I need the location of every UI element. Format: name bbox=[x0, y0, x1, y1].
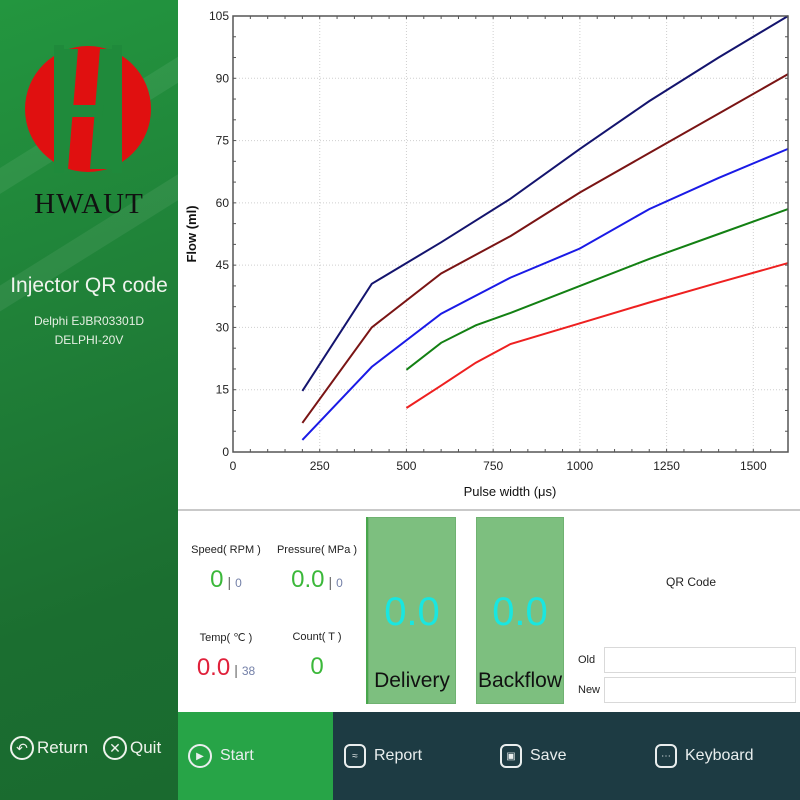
play-icon: ▶ bbox=[188, 744, 212, 768]
y-tick-label: 60 bbox=[216, 196, 230, 210]
qr-new-label: New bbox=[578, 684, 601, 696]
x-axis-label: Pulse width (μs) bbox=[464, 484, 557, 499]
save-button[interactable]: ▣ Save bbox=[500, 712, 566, 800]
hwaut-logo-icon bbox=[25, 45, 151, 173]
temp-value: 0.0 bbox=[196, 654, 231, 681]
pressure-value: 0.0 bbox=[291, 566, 325, 593]
x-tick-label: 250 bbox=[310, 459, 330, 473]
count-label: Count( T ) bbox=[292, 631, 342, 643]
x-tick-label: 750 bbox=[483, 459, 503, 473]
keyboard-icon: ⋯ bbox=[655, 744, 677, 768]
injector-type: DELPHI-20V bbox=[54, 333, 124, 347]
return-label: Return bbox=[37, 738, 89, 757]
close-icon: ✕ bbox=[103, 736, 127, 760]
y-axis-label: Flow (ml) bbox=[184, 205, 199, 262]
temp-target: 38 bbox=[241, 664, 256, 678]
pressure-metric: Pressure( MPa ) 0.0 | 0 bbox=[272, 544, 362, 594]
injector-model: Delphi EJBR03301D bbox=[33, 314, 145, 328]
count-metric: Count( T ) 0 bbox=[272, 631, 362, 681]
start-label: Start bbox=[220, 747, 254, 764]
brand-name: HWAUT bbox=[34, 188, 144, 220]
qr-old-input[interactable] bbox=[604, 647, 796, 673]
measurement-panel: Speed( RPM ) 0 | 0 Pressure( MPa ) 0.0 |… bbox=[178, 511, 800, 712]
delivery-label: Delivery bbox=[374, 669, 450, 692]
x-tick-label: 1000 bbox=[567, 459, 594, 473]
start-button[interactable]: ▶ Start bbox=[178, 712, 333, 800]
flow-chart-svg: 0 250 500 750 1000 1250 1500 0 15 30 45 60 75 90 105 P… bbox=[184, 9, 789, 499]
x-tick-label: 1250 bbox=[653, 459, 680, 473]
y-tick-label: 75 bbox=[216, 134, 230, 148]
y-tick-label: 30 bbox=[216, 320, 230, 334]
pressure-target: 0 bbox=[336, 576, 343, 590]
qr-new-row: New bbox=[578, 677, 796, 703]
x-tick-label: 500 bbox=[396, 459, 416, 473]
sidebar: HWAUT Injector QR code Delphi EJBR03301D… bbox=[0, 0, 178, 800]
report-button[interactable]: ≈ Report bbox=[344, 712, 422, 800]
count-value: 0 bbox=[310, 653, 324, 680]
series-line-curve-4 bbox=[405, 208, 789, 371]
keyboard-label: Keyboard bbox=[685, 747, 754, 764]
keyboard-button[interactable]: ⋯ Keyboard bbox=[655, 712, 754, 800]
delivery-value: 0.0 bbox=[384, 590, 440, 634]
injector-qr-title: Injector QR code bbox=[10, 274, 168, 297]
report-chart-icon: ≈ bbox=[344, 744, 366, 768]
qr-code-header: QR Code bbox=[666, 575, 717, 589]
quit-button[interactable]: ✕ Quit bbox=[103, 736, 161, 760]
x-tick-label: 1500 bbox=[740, 459, 767, 473]
bottom-toolbar: ▶ Start ≈ Report ▣ Save ⋯ Keyboard bbox=[178, 712, 800, 800]
speed-value: 0 bbox=[210, 566, 224, 593]
backflow-value: 0.0 bbox=[492, 590, 548, 634]
y-tick-label: 90 bbox=[216, 71, 230, 85]
temp-metric: Temp( ℃ ) 0.0 | 38 bbox=[186, 631, 266, 682]
flow-chart: 0 250 500 750 1000 1250 1500 0 15 30 45 60 75 90 105 P… bbox=[178, 0, 800, 510]
y-tick-label: 15 bbox=[216, 383, 230, 397]
qr-old-label: Old bbox=[578, 654, 596, 666]
qr-new-input[interactable] bbox=[604, 677, 796, 703]
value-separator: | bbox=[234, 662, 238, 678]
series-line-curve-2 bbox=[301, 73, 789, 424]
plot-frame bbox=[232, 15, 789, 453]
series-line-curve-1 bbox=[301, 15, 789, 392]
y-tick-label: 105 bbox=[209, 9, 229, 23]
series-line-curve-5 bbox=[405, 262, 789, 409]
save-label: Save bbox=[530, 747, 567, 764]
value-separator: | bbox=[328, 574, 333, 590]
speed-target: 0 bbox=[235, 576, 242, 590]
return-icon: ↶ bbox=[10, 736, 34, 760]
save-disk-icon: ▣ bbox=[500, 744, 522, 768]
speed-label: Speed( RPM ) bbox=[191, 544, 261, 556]
y-tick-label: 45 bbox=[216, 258, 230, 272]
quit-label: Quit bbox=[130, 738, 162, 757]
chart-series bbox=[301, 15, 789, 441]
chart-grid bbox=[233, 15, 788, 452]
delivery-tile[interactable]: 0.0 Delivery bbox=[368, 517, 456, 704]
speed-metric: Speed( RPM ) 0 | 0 bbox=[186, 544, 266, 594]
pressure-label: Pressure( MPa ) bbox=[276, 544, 358, 556]
qr-old-row: Old bbox=[578, 647, 796, 673]
backflow-label: Backflow bbox=[477, 669, 563, 692]
value-separator: | bbox=[227, 574, 232, 590]
series-line-curve-3 bbox=[301, 147, 789, 441]
report-label: Report bbox=[374, 747, 423, 764]
return-button[interactable]: ↶ Return bbox=[10, 736, 88, 760]
y-tick-label: 0 bbox=[222, 445, 229, 459]
temp-label: Temp( ℃ ) bbox=[199, 632, 253, 644]
backflow-tile[interactable]: 0.0 Backflow bbox=[476, 517, 564, 704]
x-tick-label: 0 bbox=[230, 459, 237, 473]
